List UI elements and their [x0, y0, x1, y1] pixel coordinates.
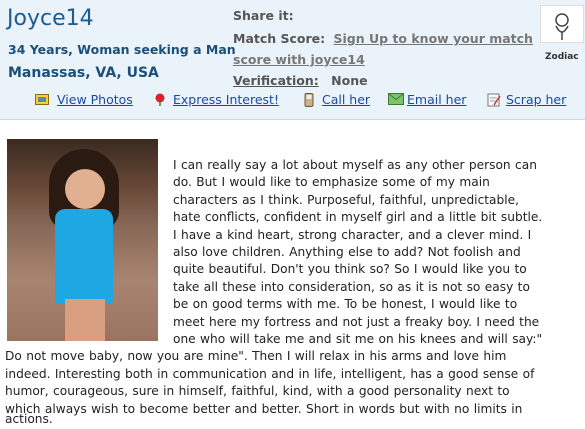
- envelope-icon: [388, 93, 404, 106]
- profile-name: Joyce14: [7, 6, 94, 31]
- zodiac-icon: [540, 5, 584, 43]
- call-her-label[interactable]: Call her: [322, 92, 370, 107]
- zodiac-label: Zodiac: [545, 52, 579, 62]
- express-interest-action[interactable]: Express Interest!: [153, 92, 279, 107]
- email-her-action[interactable]: Email her: [388, 92, 466, 107]
- scrap-her-label[interactable]: Scrap her: [506, 92, 566, 107]
- express-interest-label[interactable]: Express Interest!: [173, 92, 279, 107]
- phone-icon: [304, 93, 318, 107]
- bio-line: which always wish to become better and b…: [5, 401, 523, 416]
- bio-line: meet here my fortress and not just a fre…: [173, 314, 540, 329]
- bio-line: be on good terms with me. To be honest, …: [173, 297, 518, 312]
- bio-line: Do not move baby, now you are mine". The…: [5, 349, 507, 364]
- bio-line: indeed. Interesting both in communicatio…: [5, 366, 535, 381]
- profile-summary: 34 Years, Woman seeking a Man: [8, 42, 236, 57]
- view-photos-label[interactable]: View Photos: [57, 92, 133, 107]
- email-her-label[interactable]: Email her: [407, 92, 466, 107]
- bio-line: take all these into consideration, so as…: [173, 279, 530, 294]
- bio-line: characters as I think. Purposeful, faith…: [173, 192, 520, 207]
- share-label: Share it:: [233, 8, 294, 23]
- rose-icon: [153, 93, 167, 106]
- profile-header: Joyce14 34 Years, Woman seeking a Man Ma…: [0, 0, 585, 120]
- bio-line: one who will take me and sit me on his k…: [173, 332, 543, 346]
- scrap-her-action[interactable]: Scrap her: [487, 92, 566, 107]
- match-score-row: Match Score: Sign Up to know your match: [233, 31, 533, 46]
- bio-line: actions.: [5, 412, 53, 426]
- notepad-icon: [487, 93, 501, 107]
- profile-photo[interactable]: [7, 139, 158, 341]
- verification-label: Verification:: [233, 73, 319, 88]
- match-signup-link[interactable]: Sign Up to know your match: [334, 31, 533, 46]
- profile-location: Manassas, VA, USA: [8, 65, 159, 81]
- verification-row: Verification: None: [233, 73, 368, 88]
- bio-line: I have a kind heart, strong character, a…: [173, 227, 532, 242]
- verification-value: None: [331, 73, 368, 88]
- bio-line: quite beautiful. Don't you think so? So …: [173, 262, 527, 277]
- photo-icon: [35, 93, 49, 106]
- match-score-row-2: score with joyce14: [233, 52, 365, 67]
- bio-line: I can really say a lot about myself as a…: [173, 158, 537, 172]
- bio-line: hate conflicts, confident in myself girl…: [173, 210, 543, 225]
- match-signup-link-2[interactable]: score with joyce14: [233, 52, 365, 67]
- action-bar: View Photos Express Interest! Call her E…: [0, 92, 585, 112]
- call-her-action[interactable]: Call her: [304, 92, 370, 107]
- match-score-label: Match Score:: [233, 31, 326, 46]
- bio-line: do. But I would like to emphasize some o…: [173, 175, 490, 190]
- bio-line: humor, courageous, sure in himself, fait…: [5, 384, 510, 399]
- bio-line: also love children. Anything else to add…: [173, 245, 521, 259]
- view-photos-action[interactable]: View Photos: [35, 92, 133, 107]
